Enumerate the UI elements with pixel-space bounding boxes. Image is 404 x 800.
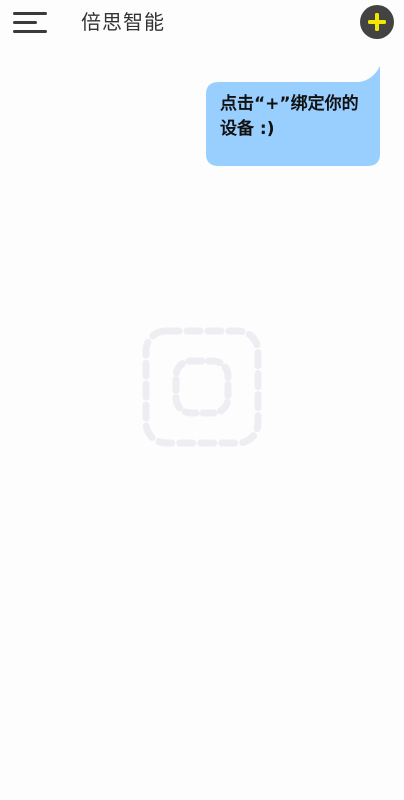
top-bar: 倍思智能 — [0, 0, 404, 46]
hint-bubble: 点击“+”绑定你的设备 :) — [205, 62, 383, 168]
hint-message: 点击“+”绑定你的设备 :) — [220, 94, 359, 139]
menu-line — [13, 30, 47, 33]
menu-line — [13, 21, 37, 24]
menu-icon[interactable] — [13, 10, 49, 34]
page-title: 倍思智能 — [81, 10, 165, 34]
plus-icon — [368, 13, 386, 31]
app-screen: 倍思智能 点击“+”绑定你的设备 :) — [0, 0, 404, 800]
menu-line — [13, 12, 47, 15]
add-device-button[interactable] — [360, 5, 394, 39]
empty-device-placeholder-icon — [141, 326, 263, 448]
